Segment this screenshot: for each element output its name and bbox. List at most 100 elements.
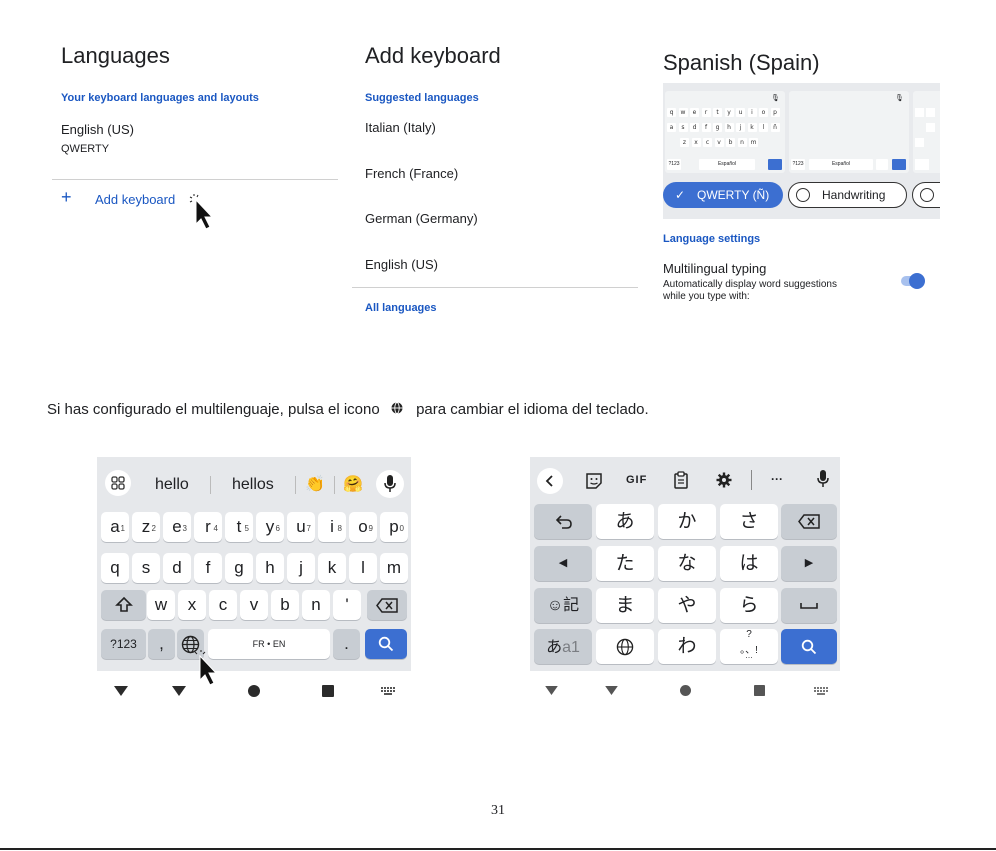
letter-key[interactable]: t5 — [225, 512, 253, 542]
letter-key[interactable]: g — [225, 553, 253, 583]
back-icon[interactable] — [172, 686, 186, 696]
comma-key[interactable]: , — [148, 629, 175, 659]
period-key[interactable]: . — [333, 629, 360, 659]
chip-other-layout[interactable] — [912, 182, 940, 208]
kana-key[interactable]: ま — [596, 588, 654, 623]
handwriting-preview[interactable]: 🎙 ?123 Español — [789, 91, 909, 173]
letter-key[interactable]: x — [178, 590, 206, 620]
more-options-button[interactable]: ··· — [771, 472, 783, 486]
language-item-english[interactable]: English (US) QWERTY — [61, 122, 134, 155]
letter-key[interactable]: o9 — [349, 512, 377, 542]
key-number-hint: 6 — [275, 524, 280, 533]
all-languages-link[interactable]: All languages — [365, 302, 437, 314]
input-mode-key[interactable]: あa1 — [534, 629, 592, 664]
settings-gear-icon[interactable] — [716, 472, 732, 488]
letter-key[interactable]: r4 — [194, 512, 222, 542]
letter-key[interactable]: u7 — [287, 512, 315, 542]
letter-key[interactable]: l — [349, 553, 377, 583]
kana-key[interactable]: ら — [720, 588, 778, 623]
letter-key[interactable]: p0 — [380, 512, 408, 542]
back-icon[interactable] — [605, 686, 618, 695]
suggested-language-item[interactable]: German (Germany) — [365, 211, 478, 226]
clipboard-icon[interactable] — [674, 471, 688, 489]
letter-key[interactable]: i8 — [318, 512, 346, 542]
symbols-key[interactable]: ?123 — [101, 629, 146, 659]
gif-button[interactable]: GIF — [626, 474, 647, 486]
kana-key[interactable]: な — [658, 546, 716, 581]
keyboard-switch-icon[interactable] — [814, 687, 828, 695]
cursor-left-key[interactable]: ◀ — [534, 546, 592, 581]
punctuation-key[interactable]: ? 。、! … — [720, 629, 778, 664]
apps-grid-button[interactable] — [105, 470, 131, 496]
kana-key[interactable]: あ — [596, 504, 654, 539]
home-icon[interactable] — [680, 685, 691, 696]
undo-icon — [556, 515, 572, 529]
sticker-icon[interactable] — [585, 472, 603, 490]
space-key[interactable] — [781, 588, 837, 623]
letter-key[interactable]: b — [271, 590, 299, 620]
kana-key[interactable]: さ — [720, 504, 778, 539]
voice-input-button[interactable] — [376, 470, 404, 498]
collapse-toolbar-button[interactable] — [537, 468, 563, 494]
letter-key[interactable]: d — [163, 553, 191, 583]
multilingual-toggle[interactable] — [901, 273, 925, 289]
letter-key[interactable]: a1 — [101, 512, 129, 542]
emoji-kanji-key[interactable]: ☺記 — [534, 588, 592, 623]
key-number-hint: 9 — [368, 524, 373, 533]
kana-key[interactable]: わ — [658, 629, 716, 664]
suggestion-item[interactable]: hello — [155, 476, 189, 494]
emoji-suggestion[interactable]: 🤗 — [343, 474, 363, 494]
key-number-hint: 0 — [399, 524, 404, 533]
mic-icon[interactable] — [817, 470, 829, 488]
kana-key[interactable]: は — [720, 546, 778, 581]
chip-qwerty-selected[interactable]: ✓ QWERTY (Ñ) — [663, 182, 783, 208]
qwerty-preview[interactable]: 🎙 qwertyuiop asdfghjklñ zxcvbnm ?123 Esp… — [665, 91, 785, 173]
letter-key[interactable]: s — [132, 553, 160, 583]
letter-key[interactable]: e3 — [163, 512, 191, 542]
kana-key[interactable]: か — [658, 504, 716, 539]
recents-icon[interactable] — [322, 685, 334, 697]
letter-key[interactable]: c — [209, 590, 237, 620]
suggested-language-item[interactable]: English (US) — [365, 257, 438, 272]
search-key[interactable] — [781, 629, 837, 664]
add-keyboard-button[interactable]: + Add keyboard — [61, 187, 201, 210]
hide-keyboard-icon[interactable] — [114, 686, 128, 696]
suggested-language-item[interactable]: Italian (Italy) — [365, 120, 436, 135]
letter-key[interactable]: v — [240, 590, 268, 620]
letter-key[interactable]: n — [302, 590, 330, 620]
layout-preview-3[interactable] — [913, 91, 940, 173]
letter-key[interactable]: k — [318, 553, 346, 583]
recents-icon[interactable] — [754, 685, 765, 696]
multilingual-typing-setting[interactable]: Multilingual typing Automatically displa… — [663, 261, 883, 302]
letter-key[interactable]: h — [256, 553, 284, 583]
letter-key[interactable]: f — [194, 553, 222, 583]
letter-key[interactable]: z2 — [132, 512, 160, 542]
backspace-key[interactable] — [781, 504, 837, 539]
undo-key[interactable] — [534, 504, 592, 539]
kana-key[interactable]: た — [596, 546, 654, 581]
letter-key[interactable]: ' — [333, 590, 361, 620]
suggestion-item[interactable]: hellos — [232, 476, 274, 494]
key-number-hint: 7 — [306, 524, 311, 533]
keyboard-switch-icon[interactable] — [381, 687, 395, 695]
mini-key: e — [690, 108, 699, 117]
letter-key[interactable]: j — [287, 553, 315, 583]
language-layout: QWERTY — [61, 143, 110, 155]
shift-key[interactable] — [101, 590, 146, 620]
search-key[interactable] — [365, 629, 407, 659]
globe-key[interactable] — [596, 629, 654, 664]
letter-key[interactable]: q — [101, 553, 129, 583]
home-icon[interactable] — [248, 685, 260, 697]
chip-handwriting[interactable]: Handwriting — [788, 182, 907, 208]
suggested-language-item[interactable]: French (France) — [365, 166, 458, 181]
multilingual-desc: Automatically display word suggestions — [663, 279, 837, 290]
cursor-right-key[interactable]: ▶ — [781, 546, 837, 581]
hide-keyboard-icon[interactable] — [545, 686, 558, 695]
space-key[interactable]: FR • EN — [208, 629, 330, 659]
letter-key[interactable]: y6 — [256, 512, 284, 542]
letter-key[interactable]: m — [380, 553, 408, 583]
letter-key[interactable]: w — [147, 590, 175, 620]
kana-key[interactable]: や — [658, 588, 716, 623]
backspace-key[interactable] — [367, 590, 407, 620]
emoji-suggestion[interactable]: 👏 — [305, 474, 325, 494]
